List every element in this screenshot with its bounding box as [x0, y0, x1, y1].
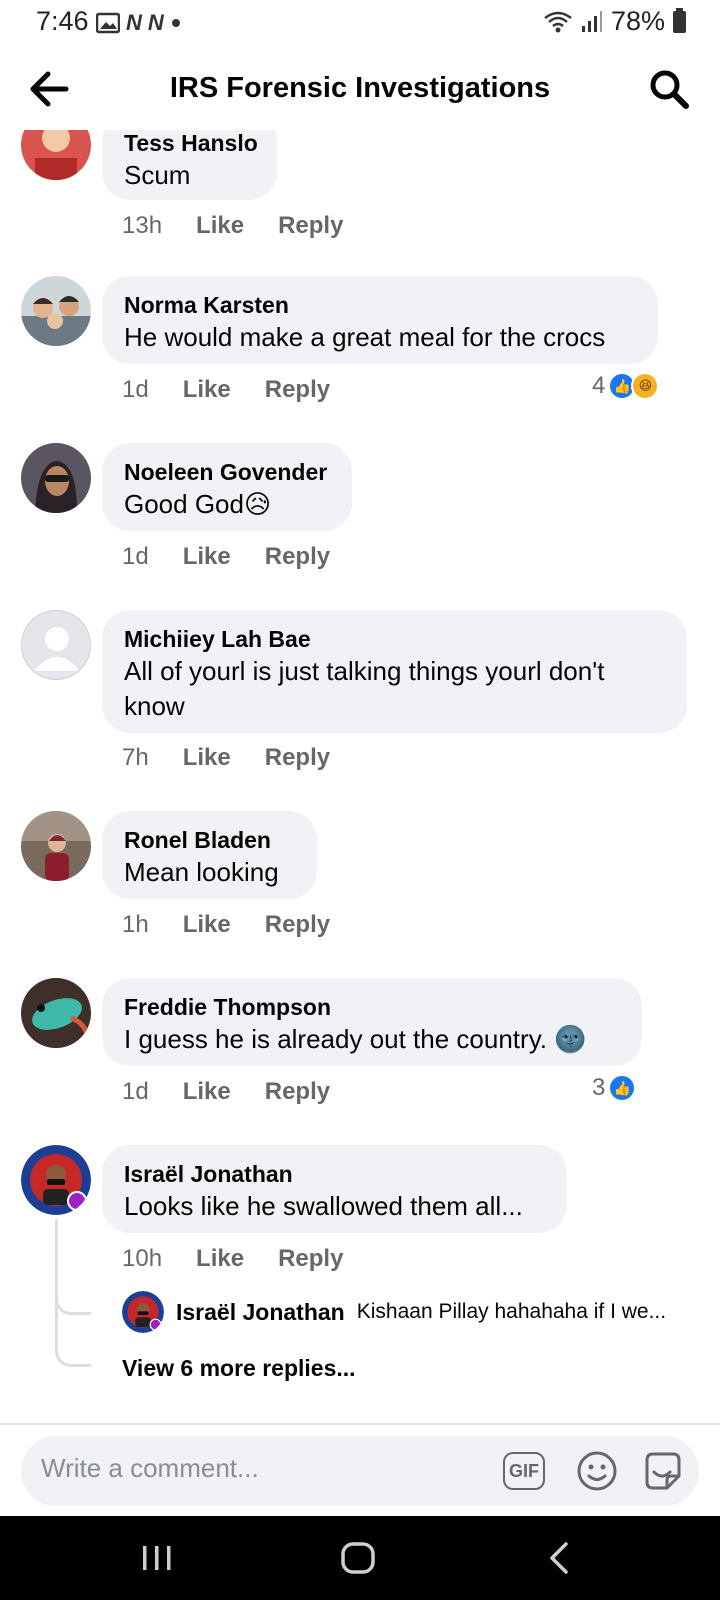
- comment-text: Mean looking: [124, 857, 279, 887]
- battery-percent: 78%: [610, 6, 665, 36]
- like-button[interactable]: Like: [183, 543, 231, 571]
- comment-bubble[interactable]: Tess Hanslo Scum: [102, 130, 277, 200]
- like-button[interactable]: Like: [196, 1245, 244, 1273]
- system-nav-bar: [0, 1516, 720, 1600]
- reply-button[interactable]: Reply: [265, 376, 330, 404]
- like-reaction-icon: 👍: [608, 1074, 637, 1102]
- comment-time: 1d: [122, 376, 149, 403]
- reply-button[interactable]: Reply: [278, 1245, 343, 1273]
- app-n-icon: N: [126, 10, 142, 35]
- reply-text: Kishaan Pillay hahahaha if I we...: [356, 1300, 667, 1323]
- avatar[interactable]: [21, 1145, 91, 1215]
- comment-composer: GIF: [21, 1436, 699, 1506]
- comment-text: He would make a great meal for the crocs: [124, 322, 606, 352]
- gallery-icon: [96, 12, 120, 34]
- reply-button[interactable]: Reply: [278, 212, 343, 240]
- reaction-count: 4: [592, 372, 606, 399]
- comment-bubble[interactable]: Israël Jonathan Looks like he swallowed …: [102, 1145, 567, 1233]
- comment-feed: Tess Hanslo Scum 13h Like Reply Norma Ka…: [0, 130, 720, 1424]
- like-button[interactable]: Like: [196, 212, 244, 240]
- comment-time: 1h: [122, 911, 149, 938]
- like-button[interactable]: Like: [183, 911, 231, 939]
- comment-bubble[interactable]: Michiiey Lah Bae All of yourl is just ta…: [102, 610, 687, 733]
- app-n-icon: N: [147, 10, 164, 35]
- wifi-icon: [544, 11, 572, 32]
- reply-avatar[interactable]: [122, 1291, 164, 1333]
- like-button[interactable]: Like: [183, 376, 231, 404]
- comment-bubble[interactable]: Noeleen Govender Good God😥: [102, 443, 352, 531]
- comment-text: I guess he is already out the country. 🌚: [124, 1024, 587, 1054]
- comment-text: Good God😥: [124, 489, 272, 519]
- reaction-summary[interactable]: 3 👍: [592, 1074, 637, 1102]
- reply-button[interactable]: Reply: [265, 911, 330, 939]
- default-avatar-icon[interactable]: [21, 610, 91, 680]
- comment-author[interactable]: Noeleen Govender: [124, 457, 330, 487]
- comment-text: Scum: [124, 160, 191, 190]
- reaction-count: 3: [592, 1074, 606, 1101]
- avatar[interactable]: [21, 130, 91, 180]
- comment-author[interactable]: Tess Hanslo: [124, 130, 258, 158]
- comment-text: All of yourl is just talking things your…: [124, 656, 605, 721]
- avatar[interactable]: [21, 276, 91, 346]
- comment-actions: 7h Like Reply: [122, 744, 330, 772]
- like-button[interactable]: Like: [183, 744, 231, 772]
- comment-actions: 1h Like Reply: [122, 911, 330, 939]
- gif-button[interactable]: GIF: [503, 1452, 545, 1490]
- reply-button[interactable]: Reply: [265, 1078, 330, 1106]
- status-time: 7:46: [36, 6, 89, 36]
- battery-icon: [673, 7, 686, 33]
- sticker-icon[interactable]: [641, 1450, 685, 1492]
- dot-icon: [171, 19, 180, 27]
- comment-author[interactable]: Ronel Bladen: [124, 825, 295, 855]
- reply-author[interactable]: Israël Jonathan: [176, 1299, 345, 1326]
- comment-author[interactable]: Michiiey Lah Bae: [124, 624, 665, 654]
- comment-time: 1d: [122, 543, 149, 570]
- comment-bubble[interactable]: Freddie Thompson I guess he is already o…: [102, 978, 642, 1066]
- emoji-icon[interactable]: [576, 1450, 618, 1492]
- reply-button[interactable]: Reply: [265, 543, 330, 571]
- comment-author[interactable]: Israël Jonathan: [124, 1159, 545, 1189]
- system-icons: 78%: [543, 6, 686, 37]
- comment-bubble[interactable]: Norma Karsten He would make a great meal…: [102, 276, 658, 364]
- back-nav-icon[interactable]: [540, 1538, 580, 1578]
- signal-icon: [581, 10, 602, 32]
- reply-button[interactable]: Reply: [265, 744, 330, 772]
- avatar[interactable]: [21, 811, 91, 881]
- thread-branch: [55, 1309, 91, 1367]
- notification-icons: N N: [96, 10, 182, 36]
- like-button[interactable]: Like: [183, 1078, 231, 1106]
- comment-text: Looks like he swallowed them all...: [124, 1191, 523, 1221]
- comment-time: 13h: [122, 212, 163, 239]
- app-header: IRS Forensic Investigations: [0, 48, 720, 130]
- recent-apps-icon[interactable]: [137, 1538, 177, 1578]
- comment-actions: 1d Like Reply: [122, 1078, 330, 1106]
- comment-time: 10h: [122, 1245, 163, 1272]
- comment-time: 7h: [122, 744, 149, 771]
- status-bar: 7:46 N N 78%: [0, 0, 720, 48]
- view-more-replies-link[interactable]: View 6 more replies...: [122, 1355, 356, 1382]
- comment-time: 1d: [122, 1078, 149, 1105]
- avatar[interactable]: [21, 978, 91, 1048]
- comment-input[interactable]: [41, 1453, 461, 1484]
- comment-actions: 10h Like Reply: [122, 1245, 343, 1273]
- comment-author[interactable]: Freddie Thompson: [124, 992, 620, 1022]
- comment-actions: 1d Like Reply: [122, 543, 330, 571]
- haha-reaction-icon: 😆: [631, 372, 660, 400]
- search-icon[interactable]: [646, 66, 692, 112]
- comment-author[interactable]: Norma Karsten: [124, 290, 636, 320]
- comment-actions: 1d Like Reply: [122, 376, 330, 404]
- reply-preview[interactable]: Israël Jonathan Kishaan Pillay hahahaha …: [122, 1291, 666, 1333]
- avatar[interactable]: [21, 443, 91, 513]
- comment-actions: 13h Like Reply: [122, 212, 343, 240]
- comment-bubble[interactable]: Ronel Bladen Mean looking: [102, 811, 317, 899]
- composer-divider: [0, 1423, 720, 1425]
- home-icon[interactable]: [338, 1538, 378, 1578]
- page-title: IRS Forensic Investigations: [169, 72, 551, 104]
- reaction-summary[interactable]: 4 👍 😆: [592, 372, 660, 400]
